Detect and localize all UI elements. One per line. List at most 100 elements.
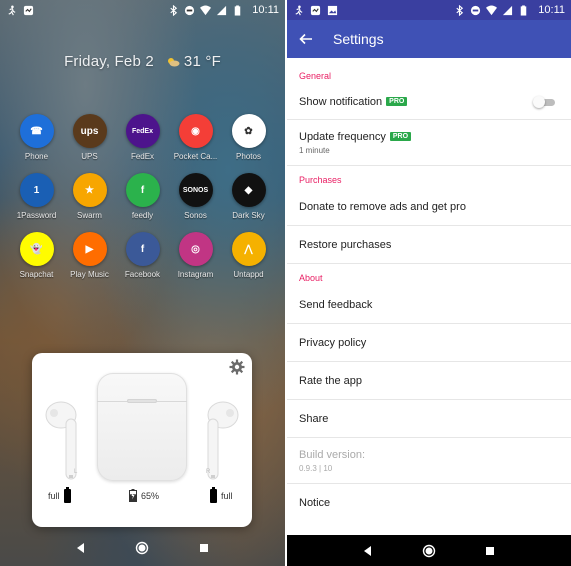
app-icon: ◉ (178, 114, 213, 148)
show-notification-toggle[interactable] (533, 95, 555, 108)
setting-label: Send feedback (299, 298, 373, 311)
setting-privacy-policy[interactable]: Privacy policy (287, 324, 571, 362)
home-nav-icon[interactable] (135, 541, 149, 555)
app-icon: SONOS (178, 173, 213, 207)
signal-icon (217, 5, 227, 15)
back-arrow-icon[interactable] (299, 32, 313, 46)
app-label: Sonos (184, 211, 207, 220)
setting-share[interactable]: Share (287, 400, 571, 438)
recents-nav-icon[interactable] (197, 541, 211, 555)
battery-icon (521, 4, 527, 16)
setting-label: Show notification (299, 95, 383, 108)
app-icon: f (125, 173, 160, 207)
setting-send-feedback[interactable]: Send feedback (287, 286, 571, 324)
battery-row: full 65% full (32, 487, 252, 505)
app-shortcut[interactable]: ◉ Pocket Ca... (169, 114, 222, 161)
setting-notice[interactable]: Notice (287, 484, 571, 522)
app-label: Photos (236, 152, 261, 161)
app-shortcut[interactable]: ◎ Instagram (169, 232, 222, 279)
settings-screen: 10:11 Settings General Show notification… (287, 0, 571, 566)
app-label: 1Password (16, 211, 57, 220)
setting-restore-purchases[interactable]: Restore purchases (287, 226, 571, 264)
app-label: Facebook (124, 270, 161, 279)
back-nav-icon[interactable] (74, 541, 88, 555)
pro-badge: PRO (386, 97, 408, 106)
running-icon (8, 5, 16, 15)
app-icon: ☎ (19, 114, 54, 148)
app-icon: ✿ (231, 114, 266, 148)
app-grid: ☎ Phone ups UPS FedEx FedEx ◉ Pocket Ca... ✿ Phot… (10, 114, 275, 279)
setting-label: Restore purchases (299, 238, 392, 251)
app-shortcut[interactable]: FedEx FedEx (116, 114, 169, 161)
setting-donate[interactable]: Donate to remove ads and get pro (287, 188, 571, 226)
app-label: Swarm (77, 211, 102, 220)
section-header-about: About (299, 273, 323, 283)
app-shortcut[interactable]: ★ Swarm (63, 173, 116, 220)
page-title: Settings (333, 31, 384, 47)
app-label: Instagram (177, 270, 214, 279)
app-shortcut[interactable]: ups UPS (63, 114, 116, 161)
recents-nav-icon[interactable] (483, 544, 497, 558)
battery-full-icon (63, 487, 71, 503)
left-battery-label: full (48, 491, 60, 501)
case-battery: 65% (129, 489, 159, 502)
setting-rate-app[interactable]: Rate the app (287, 362, 571, 400)
setting-label: Donate to remove ads and get pro (299, 200, 466, 213)
status-bar: 10:11 (287, 0, 571, 20)
app-icon: ★ (72, 173, 107, 207)
app-shortcut[interactable]: ◆ Dark Sky (222, 173, 275, 220)
setting-label: Privacy policy (299, 336, 367, 349)
app-shortcut[interactable]: ▶ Play Music (63, 232, 116, 279)
app-label: Snapchat (19, 270, 54, 279)
right-airpod-image (207, 401, 239, 480)
setting-show-notification[interactable]: Show notification PRO (287, 84, 571, 120)
bluetooth-icon (456, 4, 464, 16)
battery-full-icon (210, 487, 217, 503)
left-pod-letter: L (74, 469, 78, 475)
app-label: Dark Sky (232, 211, 265, 220)
home-nav-icon[interactable] (422, 544, 436, 558)
app-icon: ◎ (178, 232, 213, 266)
app-bar: Settings (287, 20, 571, 58)
app-label: Untappd (233, 270, 264, 279)
app-notification-icon (310, 5, 321, 15)
app-label: Pocket Ca... (173, 152, 218, 161)
setting-value: 0.9.3 | 10 (299, 463, 333, 473)
pro-badge: PRO (389, 132, 412, 141)
running-icon (295, 5, 303, 15)
do-not-disturb-icon (471, 5, 481, 15)
navigation-bar (0, 530, 285, 566)
bluetooth-icon (170, 4, 178, 16)
setting-label: Share (299, 412, 329, 425)
app-shortcut[interactable]: f feedly (116, 173, 169, 220)
app-label: Phone (24, 152, 49, 161)
status-time: 10:11 (538, 4, 565, 16)
battery-icon (235, 4, 241, 16)
app-icon: FedEx (125, 114, 160, 148)
app-shortcut[interactable]: 👻 Snapchat (10, 232, 63, 279)
wifi-icon (200, 4, 212, 15)
app-icon: 1 (19, 173, 54, 207)
app-shortcut[interactable]: ⋀ Untappd (222, 232, 275, 279)
app-shortcut[interactable]: ☎ Phone (10, 114, 63, 161)
setting-update-frequency[interactable]: Update frequency PRO 1 minute (287, 120, 571, 166)
gear-icon[interactable] (229, 359, 245, 375)
right-battery: full (210, 487, 233, 503)
app-shortcut[interactable]: ✿ Photos (222, 114, 275, 161)
navigation-bar (287, 535, 571, 566)
date-weather-widget[interactable]: Friday, Feb 2 31 °F (0, 53, 285, 70)
app-shortcut[interactable]: f Facebook (116, 232, 169, 279)
setting-label: Update frequency (299, 130, 386, 143)
app-shortcut[interactable]: SONOS Sonos (169, 173, 222, 220)
charging-case-image (97, 373, 187, 481)
airpods-popup: L R full 65% full (32, 353, 252, 527)
right-pod-letter: R (206, 469, 211, 475)
back-nav-icon[interactable] (361, 544, 375, 558)
app-icon: f (125, 232, 160, 266)
section-header-general: General (299, 71, 332, 81)
app-shortcut[interactable]: 1 1Password (10, 173, 63, 220)
app-label: feedly (131, 211, 154, 220)
temperature-text: 31 °F (183, 53, 221, 70)
setting-label: Notice (299, 497, 331, 509)
left-battery: full (48, 487, 71, 503)
